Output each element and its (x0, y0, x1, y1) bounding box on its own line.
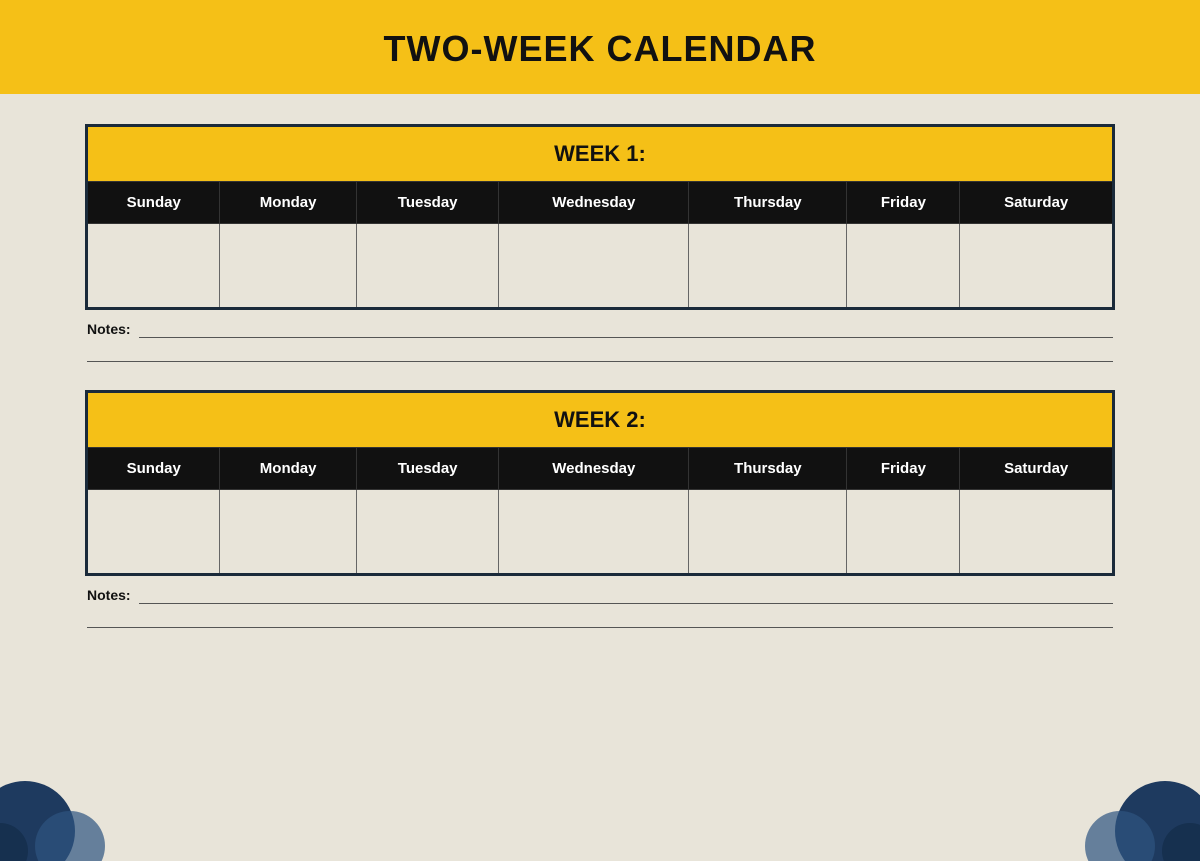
week2-cell-monday[interactable] (220, 490, 356, 575)
week2-header-row: WEEK 2: (87, 392, 1114, 448)
page-title: TWO-WEEK CALENDAR (384, 28, 817, 69)
page-header: TWO-WEEK CALENDAR (0, 0, 1200, 94)
week1-saturday: Saturday (960, 182, 1114, 224)
week2-section: WEEK 2: Sunday Monday Tuesday Wednesday … (85, 390, 1115, 628)
week1-notes: Notes: (85, 320, 1115, 362)
week1-cell-sunday[interactable] (87, 224, 220, 309)
week2-thursday: Thursday (689, 448, 847, 490)
week1-section: WEEK 1: Sunday Monday Tuesday Wednesday … (85, 124, 1115, 362)
week1-wednesday: Wednesday (499, 182, 689, 224)
week2-label: WEEK 2: (87, 392, 1114, 448)
week2-saturday: Saturday (960, 448, 1114, 490)
week1-notes-line2[interactable] (87, 348, 1113, 362)
week2-tuesday: Tuesday (356, 448, 499, 490)
week2-cell-tuesday[interactable] (356, 490, 499, 575)
week1-thursday: Thursday (689, 182, 847, 224)
main-content: WEEK 1: Sunday Monday Tuesday Wednesday … (0, 94, 1200, 676)
week1-cell-thursday[interactable] (689, 224, 847, 309)
week2-cell-friday[interactable] (847, 490, 960, 575)
week1-label: WEEK 1: (87, 126, 1114, 182)
week2-notes-row1: Notes: (87, 586, 1113, 604)
week1-cell-wednesday[interactable] (499, 224, 689, 309)
week2-notes-label: Notes: (87, 587, 131, 603)
week1-notes-line1[interactable] (139, 320, 1113, 338)
week2-cells-row (87, 490, 1114, 575)
deco-bottom-right (1080, 751, 1200, 861)
week1-table: WEEK 1: Sunday Monday Tuesday Wednesday … (85, 124, 1115, 310)
week1-cell-saturday[interactable] (960, 224, 1114, 309)
week2-sunday: Sunday (87, 448, 220, 490)
week2-table: WEEK 2: Sunday Monday Tuesday Wednesday … (85, 390, 1115, 576)
deco-bottom-left (0, 751, 110, 861)
week2-notes-line2[interactable] (87, 614, 1113, 628)
week2-monday: Monday (220, 448, 356, 490)
week1-cells-row (87, 224, 1114, 309)
week2-cell-sunday[interactable] (87, 490, 220, 575)
week1-header-row: WEEK 1: (87, 126, 1114, 182)
week2-days-row: Sunday Monday Tuesday Wednesday Thursday… (87, 448, 1114, 490)
week2-notes: Notes: (85, 586, 1115, 628)
week2-notes-line1[interactable] (139, 586, 1113, 604)
week2-cell-thursday[interactable] (689, 490, 847, 575)
week1-cell-friday[interactable] (847, 224, 960, 309)
week1-cell-monday[interactable] (220, 224, 356, 309)
week1-notes-row1: Notes: (87, 320, 1113, 338)
week2-wednesday: Wednesday (499, 448, 689, 490)
week2-cell-saturday[interactable] (960, 490, 1114, 575)
week1-sunday: Sunday (87, 182, 220, 224)
week1-friday: Friday (847, 182, 960, 224)
week1-tuesday: Tuesday (356, 182, 499, 224)
week2-friday: Friday (847, 448, 960, 490)
week1-days-row: Sunday Monday Tuesday Wednesday Thursday… (87, 182, 1114, 224)
week2-cell-wednesday[interactable] (499, 490, 689, 575)
week1-notes-label: Notes: (87, 321, 131, 337)
week1-monday: Monday (220, 182, 356, 224)
week1-cell-tuesday[interactable] (356, 224, 499, 309)
